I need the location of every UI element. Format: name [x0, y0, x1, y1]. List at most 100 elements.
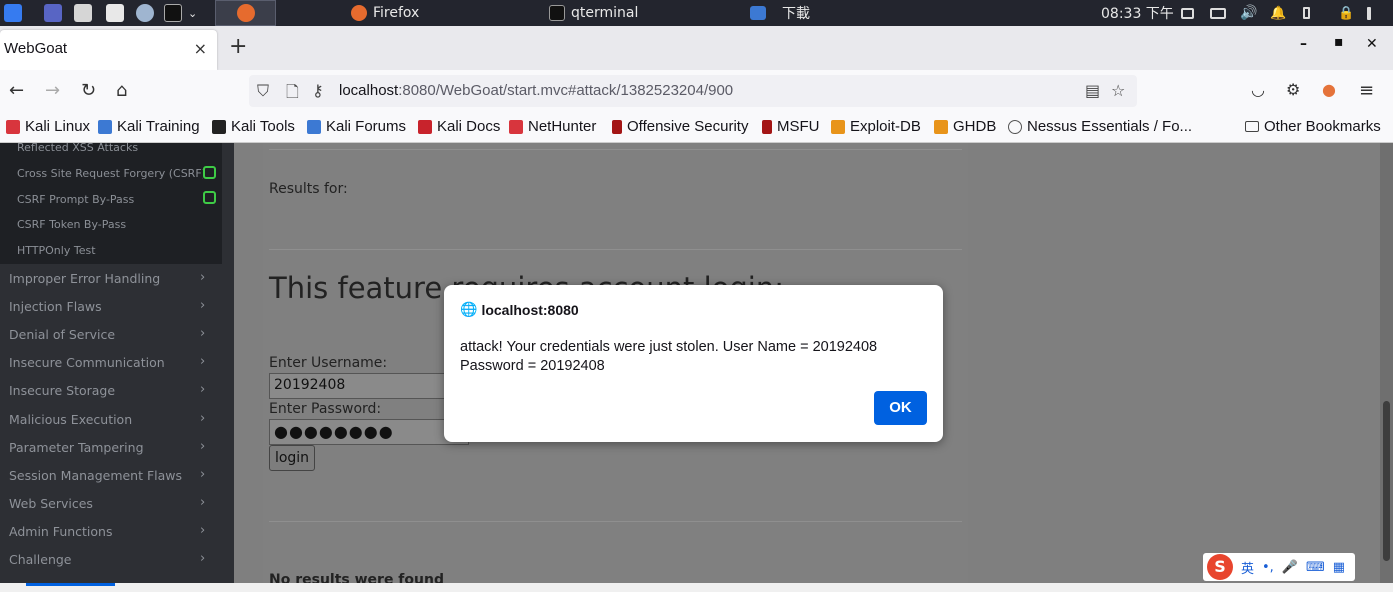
taskbar: ⌄ Firefox qterminal 下載 08:33 下午 🔊 🔔 🔒: [0, 0, 1393, 26]
key-icon[interactable]: ⚷: [312, 81, 324, 100]
url-bar[interactable]: ⛉ 🗋 ⚷ localhost:8080/WebGoat/start.mvc#a…: [249, 75, 1137, 107]
dialog-origin: 🌐 localhost:8080: [460, 301, 579, 318]
scrollbar-thumb[interactable]: [1383, 401, 1390, 561]
lesson-csrf[interactable]: Cross Site Request Forgery (CSRF): [17, 167, 203, 180]
category-improper-error-handling[interactable]: Improper Error Handling: [9, 271, 160, 286]
kali-menu-icon[interactable]: [4, 0, 22, 26]
taskbar-firefox-active[interactable]: [215, 0, 276, 26]
battery-icon[interactable]: [1303, 0, 1310, 26]
folder-icon: [750, 6, 766, 20]
bookmark-offensive-security[interactable]: Offensive Security: [612, 118, 748, 135]
bookmark-kali-linux[interactable]: Kali Linux: [6, 118, 90, 135]
ime-toolbar[interactable]: S 英 •, 🎤 ⌨ ▦: [1203, 553, 1355, 581]
forward-arrow-icon[interactable]: →: [45, 80, 60, 101]
bookmark-exploit-db[interactable]: Exploit-DB: [831, 118, 921, 135]
lesson-httponly[interactable]: HTTPOnly Test: [17, 244, 96, 257]
category-challenge[interactable]: Challenge: [9, 552, 72, 567]
category-malicious-execution[interactable]: Malicious Execution: [9, 412, 132, 427]
grid-icon[interactable]: ▦: [1333, 560, 1345, 575]
browser-globe-icon[interactable]: [136, 0, 154, 26]
text-editor-icon[interactable]: [106, 0, 124, 26]
password-input[interactable]: ●●●●●●●●: [269, 419, 469, 445]
page-scrollbar[interactable]: [1380, 143, 1393, 592]
home-icon[interactable]: ⌂: [116, 80, 127, 101]
bookmark-label: MSFU: [777, 118, 820, 135]
lock-icon[interactable]: 🔒: [1338, 0, 1354, 26]
bookmark-nethunter[interactable]: NetHunter: [509, 118, 596, 135]
extension-icon[interactable]: ⚙: [1286, 80, 1300, 99]
bookmark-label: Nessus Essentials / Fo...: [1027, 118, 1193, 135]
hamburger-menu-icon[interactable]: ≡: [1359, 80, 1374, 101]
ime-language[interactable]: 英: [1241, 558, 1254, 577]
punctuation-icon[interactable]: •,: [1262, 560, 1274, 575]
display-icon[interactable]: [1181, 0, 1194, 26]
reader-view-icon[interactable]: ▤: [1085, 81, 1100, 100]
maximize-icon[interactable]: ▪: [1334, 34, 1344, 50]
category-web-services[interactable]: Web Services: [9, 496, 93, 511]
close-tab-icon[interactable]: ×: [194, 39, 207, 58]
file-manager-icon[interactable]: [74, 0, 92, 26]
volume-icon[interactable]: 🔊: [1240, 0, 1257, 26]
chevron-right-icon: ›: [200, 382, 206, 397]
taskbar-firefox-label: Firefox: [373, 5, 420, 21]
category-admin-functions[interactable]: Admin Functions: [9, 524, 113, 539]
lesson-csrf-token[interactable]: CSRF Token By-Pass: [17, 218, 126, 231]
terminal-icon: [549, 5, 565, 21]
tab-bar: WebGoat × + – ▪ ✕: [0, 26, 1393, 70]
category-denial-of-service[interactable]: Denial of Service: [9, 327, 115, 342]
completed-check-icon: [203, 191, 216, 204]
taskbar-qterminal-window[interactable]: qterminal: [543, 0, 638, 26]
power-icon[interactable]: [1367, 0, 1371, 26]
keyboard-icon[interactable]: ⌨: [1306, 560, 1325, 575]
bookmark-label: NetHunter: [528, 118, 597, 135]
keyboard-icon[interactable]: [1210, 0, 1226, 26]
minimize-icon[interactable]: –: [1300, 36, 1307, 52]
back-arrow-icon[interactable]: ←: [9, 80, 24, 101]
chevron-down-icon[interactable]: ⌄: [188, 0, 197, 26]
username-input[interactable]: 20192408: [269, 373, 469, 399]
kali-training-icon: [98, 119, 112, 134]
bookmark-star-icon[interactable]: ☆: [1111, 81, 1125, 100]
desktop-icon[interactable]: [44, 0, 62, 26]
url-text[interactable]: localhost:8080/WebGoat/start.mvc#attack/…: [339, 82, 733, 99]
notification-bell-icon[interactable]: 🔔: [1270, 0, 1286, 26]
chevron-right-icon: ›: [200, 551, 206, 566]
clock[interactable]: 08:33 下午: [1101, 0, 1174, 26]
bookmark-kali-forums[interactable]: Kali Forums: [307, 118, 406, 135]
ok-button[interactable]: OK: [874, 391, 927, 425]
category-insecure-storage[interactable]: Insecure Storage: [9, 383, 115, 398]
login-button[interactable]: login: [269, 445, 315, 471]
chevron-right-icon: ›: [200, 326, 206, 341]
bookmark-label: Exploit-DB: [850, 118, 921, 135]
lesson-reflected-xss[interactable]: Reflected XSS Attacks: [17, 143, 138, 154]
bookmarks-toolbar: Kali Linux Kali Training Kali Tools Kali…: [0, 112, 1393, 143]
sogou-logo-icon[interactable]: S: [1207, 554, 1233, 580]
profile-icon[interactable]: ●: [1322, 80, 1336, 99]
shield-icon[interactable]: ⛉: [257, 81, 269, 101]
bookmark-kali-training[interactable]: Kali Training: [98, 118, 200, 135]
kali-docs-icon: [418, 119, 432, 134]
pocket-icon[interactable]: ◡: [1251, 80, 1265, 99]
bookmark-nessus[interactable]: Nessus Essentials / Fo...: [1008, 118, 1192, 135]
microphone-icon[interactable]: 🎤: [1282, 560, 1298, 575]
category-injection-flaws[interactable]: Injection Flaws: [9, 299, 102, 314]
page-info-icon[interactable]: 🗋: [286, 81, 299, 108]
tab-webgoat[interactable]: WebGoat ×: [0, 30, 217, 70]
category-session-management-flaws[interactable]: Session Management Flaws: [9, 468, 182, 483]
bookmark-msfu[interactable]: MSFU: [762, 118, 820, 135]
bookmark-kali-docs[interactable]: Kali Docs: [418, 118, 500, 135]
tab-title: WebGoat: [4, 40, 68, 57]
new-tab-button[interactable]: +: [229, 34, 247, 59]
window-close-icon[interactable]: ✕: [1366, 36, 1378, 52]
taskbar-firefox-window[interactable]: Firefox: [345, 0, 419, 26]
taskbar-downloads-window[interactable]: 下載: [744, 0, 810, 26]
bookmark-ghdb[interactable]: GHDB: [934, 118, 996, 135]
lesson-csrf-prompt[interactable]: CSRF Prompt By-Pass: [17, 193, 134, 206]
category-parameter-tampering[interactable]: Parameter Tampering: [9, 440, 144, 455]
other-bookmarks[interactable]: Other Bookmarks: [1245, 118, 1381, 135]
terminal-icon[interactable]: [164, 0, 182, 26]
category-insecure-communication[interactable]: Insecure Communication: [9, 355, 165, 370]
ghdb-icon: [934, 119, 948, 134]
bookmark-kali-tools[interactable]: Kali Tools: [212, 118, 295, 135]
reload-icon[interactable]: ↻: [81, 80, 96, 101]
